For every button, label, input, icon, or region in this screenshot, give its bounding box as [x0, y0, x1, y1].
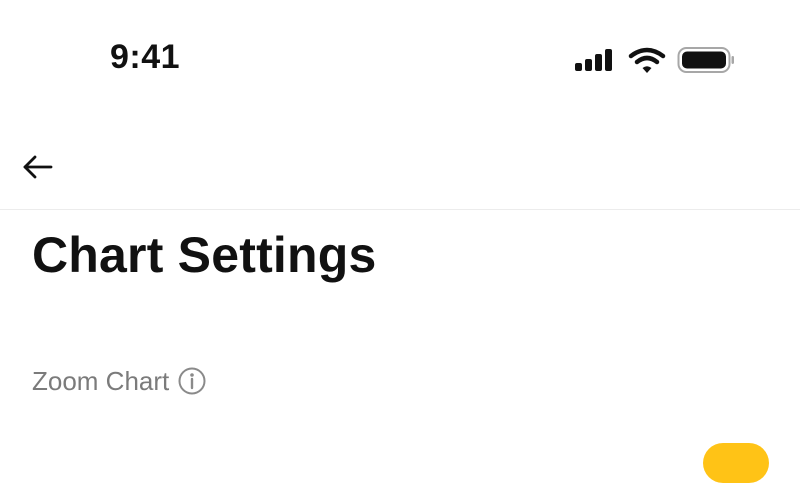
info-circle-icon	[178, 367, 206, 395]
status-bar: 9:41	[0, 0, 800, 110]
info-icon[interactable]	[177, 366, 207, 396]
zoom-chart-setting-header: Zoom Chart	[32, 364, 207, 398]
status-time: 9:41	[110, 38, 181, 76]
navigation-bar	[0, 120, 800, 210]
back-arrow-icon	[23, 155, 53, 179]
cellular-signal-icon	[575, 49, 612, 71]
wifi-icon	[628, 47, 666, 73]
back-button[interactable]	[15, 145, 59, 189]
battery-icon	[677, 47, 734, 73]
zoom-chart-toggle[interactable]	[703, 443, 769, 483]
zoom-chart-label: Zoom Chart	[32, 365, 170, 396]
page-title: Chart Settings	[32, 227, 377, 283]
